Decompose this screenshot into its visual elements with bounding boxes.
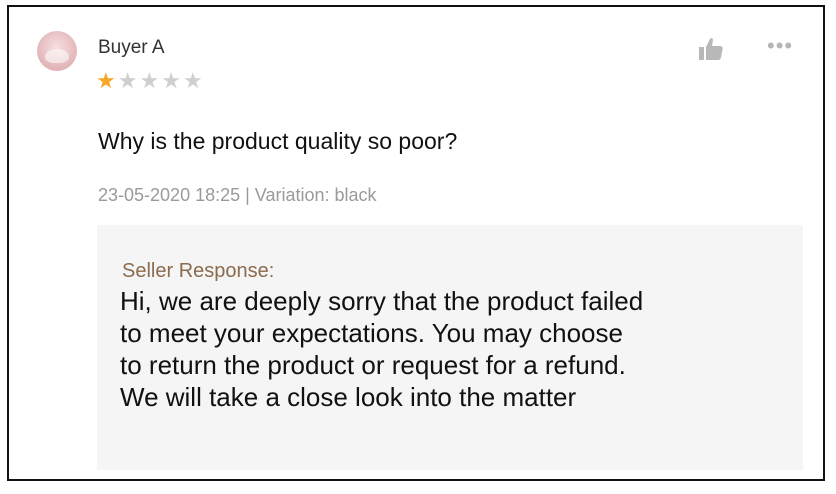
seller-response: Seller Response: Hi, we are deeply sorry… <box>97 225 803 470</box>
thumbs-up-icon[interactable] <box>698 37 724 61</box>
star-empty-icon: ★ <box>161 68 181 93</box>
star-rating: ★ ★ ★ ★ ★ <box>96 70 203 92</box>
more-options-icon[interactable]: ••• <box>767 35 793 57</box>
seller-response-line: We will take a close look into the matte… <box>120 382 577 412</box>
username[interactable]: Buyer A <box>98 37 165 59</box>
seller-response-title: Seller Response: <box>122 260 275 282</box>
seller-response-text: Hi, we are deeply sorry that the product… <box>120 285 790 413</box>
avatar[interactable] <box>37 31 77 71</box>
seller-response-line: to return the product or request for a r… <box>120 350 626 380</box>
review-comment: Why is the product quality so poor? <box>98 128 458 154</box>
seller-response-line: to meet your expectations. You may choos… <box>120 318 623 348</box>
review-card: Buyer A ★ ★ ★ ★ ★ ••• Why is the product qua… <box>7 5 825 481</box>
review-meta: 23-05-2020 18:25 | Variation: black <box>98 185 377 205</box>
seller-response-line: Hi, we are deeply sorry that the product… <box>120 286 644 316</box>
star-empty-icon: ★ <box>117 68 138 93</box>
star-empty-icon: ★ <box>139 68 160 93</box>
star-empty-icon: ★ <box>182 68 203 93</box>
star-filled-icon: ★ <box>96 68 116 93</box>
